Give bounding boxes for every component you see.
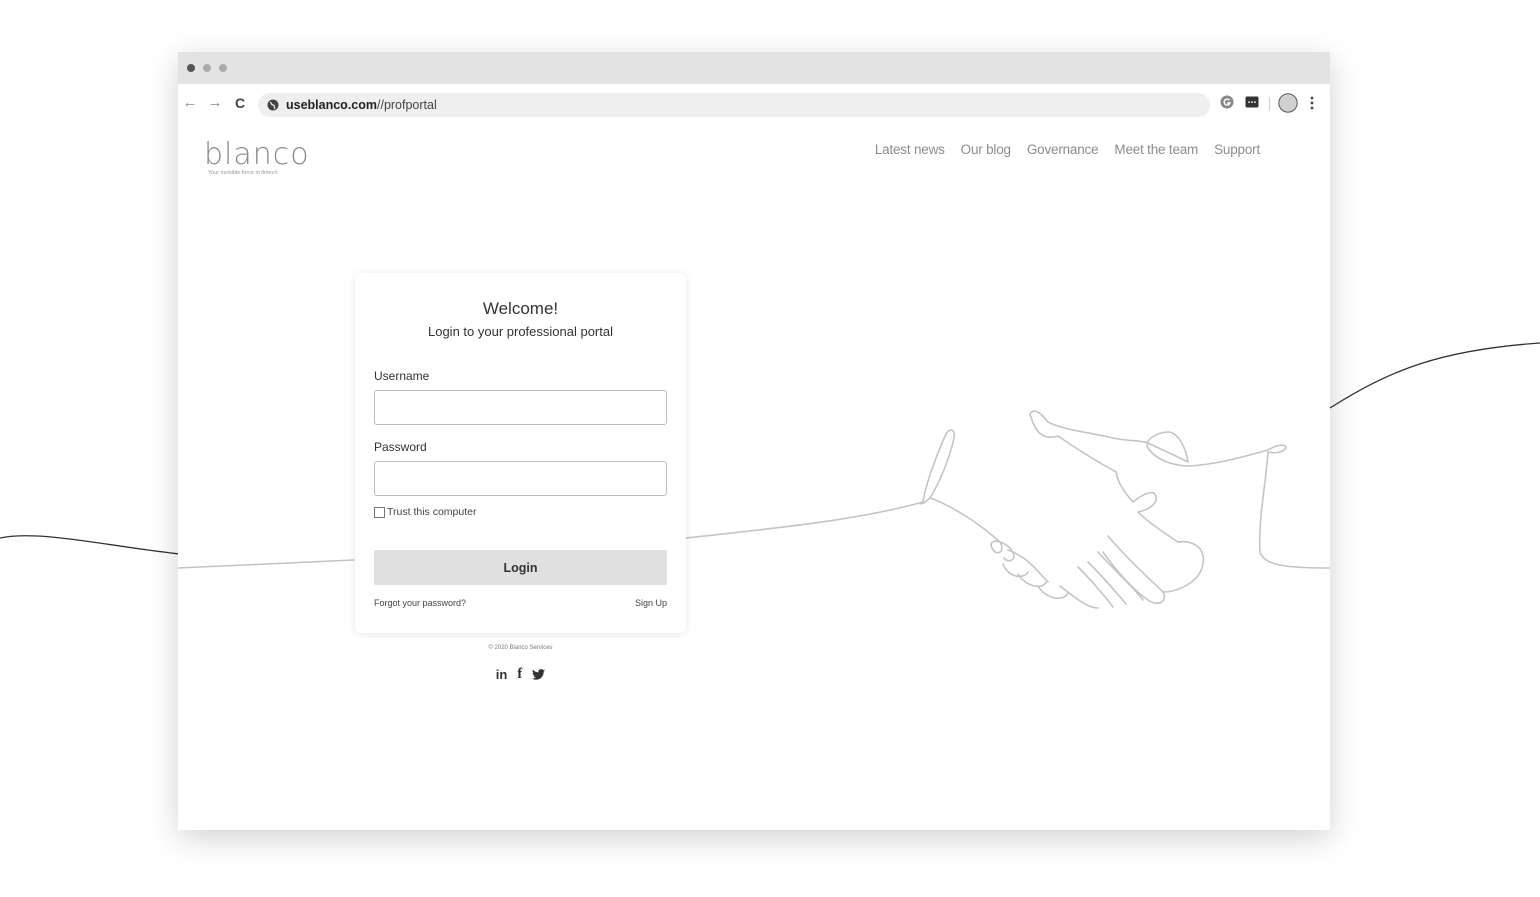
login-button[interactable]: Login [374, 550, 667, 585]
trust-computer-option[interactable]: Trust this computer [374, 506, 476, 518]
social-links: in f [355, 666, 686, 683]
login-subtitle: Login to your professional portal [427, 324, 613, 339]
browser-window: ← → C useblanco.com//profportal blanco Y… [178, 52, 1330, 830]
copyright-text: © 2020 Blanco Services [488, 645, 553, 651]
trust-computer-label: Trust this computer [387, 506, 477, 518]
handshake-illustration [178, 410, 1330, 609]
username-label: Username [374, 369, 430, 383]
username-input[interactable] [374, 390, 667, 425]
forgot-password-link[interactable]: Forgot your password? [374, 598, 466, 608]
twitter-icon[interactable] [532, 669, 546, 680]
password-input[interactable] [374, 461, 667, 496]
login-card: Welcome! Login to your professional port… [355, 273, 686, 633]
password-label: Password [374, 440, 427, 454]
linkedin-icon[interactable]: in [496, 667, 508, 682]
facebook-icon[interactable]: f [517, 666, 522, 683]
login-title: Welcome! [482, 299, 559, 318]
sign-up-link[interactable]: Sign Up [635, 598, 667, 608]
trust-computer-checkbox[interactable] [374, 506, 385, 518]
